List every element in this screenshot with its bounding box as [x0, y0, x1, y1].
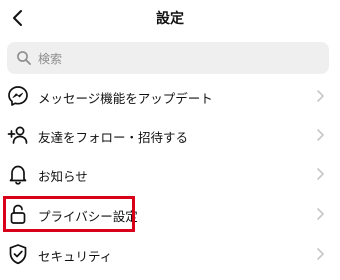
menu-item-notifications[interactable]: お知らせ [0, 155, 340, 193]
menu-item-follow-invite[interactable]: 友達をフォロー・招待する [0, 116, 340, 154]
chevron-right-icon [313, 167, 327, 181]
chevron-right-icon [313, 207, 327, 221]
chevron-right-icon [313, 128, 327, 142]
top-bar: 設定 [0, 0, 340, 36]
search-icon [16, 50, 32, 66]
menu-item-label: セキュリティ [38, 249, 113, 264]
menu-item-label: メッセージ機能をアップデート [38, 91, 213, 106]
menu-item-label: お知らせ [38, 169, 88, 184]
shield-check-icon [6, 242, 30, 266]
page-title: 設定 [156, 11, 184, 27]
bell-icon [6, 162, 30, 186]
menu-item-messaging-update[interactable]: メッセージ機能をアップデート [0, 77, 340, 115]
add-person-icon [6, 123, 30, 147]
search-placeholder: 検索 [38, 51, 63, 66]
messenger-icon [6, 84, 30, 108]
search-input[interactable]: 検索 [7, 42, 329, 74]
highlight-box [3, 196, 135, 232]
chevron-right-icon [313, 89, 327, 103]
chevron-right-icon [313, 247, 327, 261]
menu-item-security[interactable]: セキュリティ [0, 235, 340, 273]
menu-item-label: 友達をフォロー・招待する [38, 130, 189, 145]
